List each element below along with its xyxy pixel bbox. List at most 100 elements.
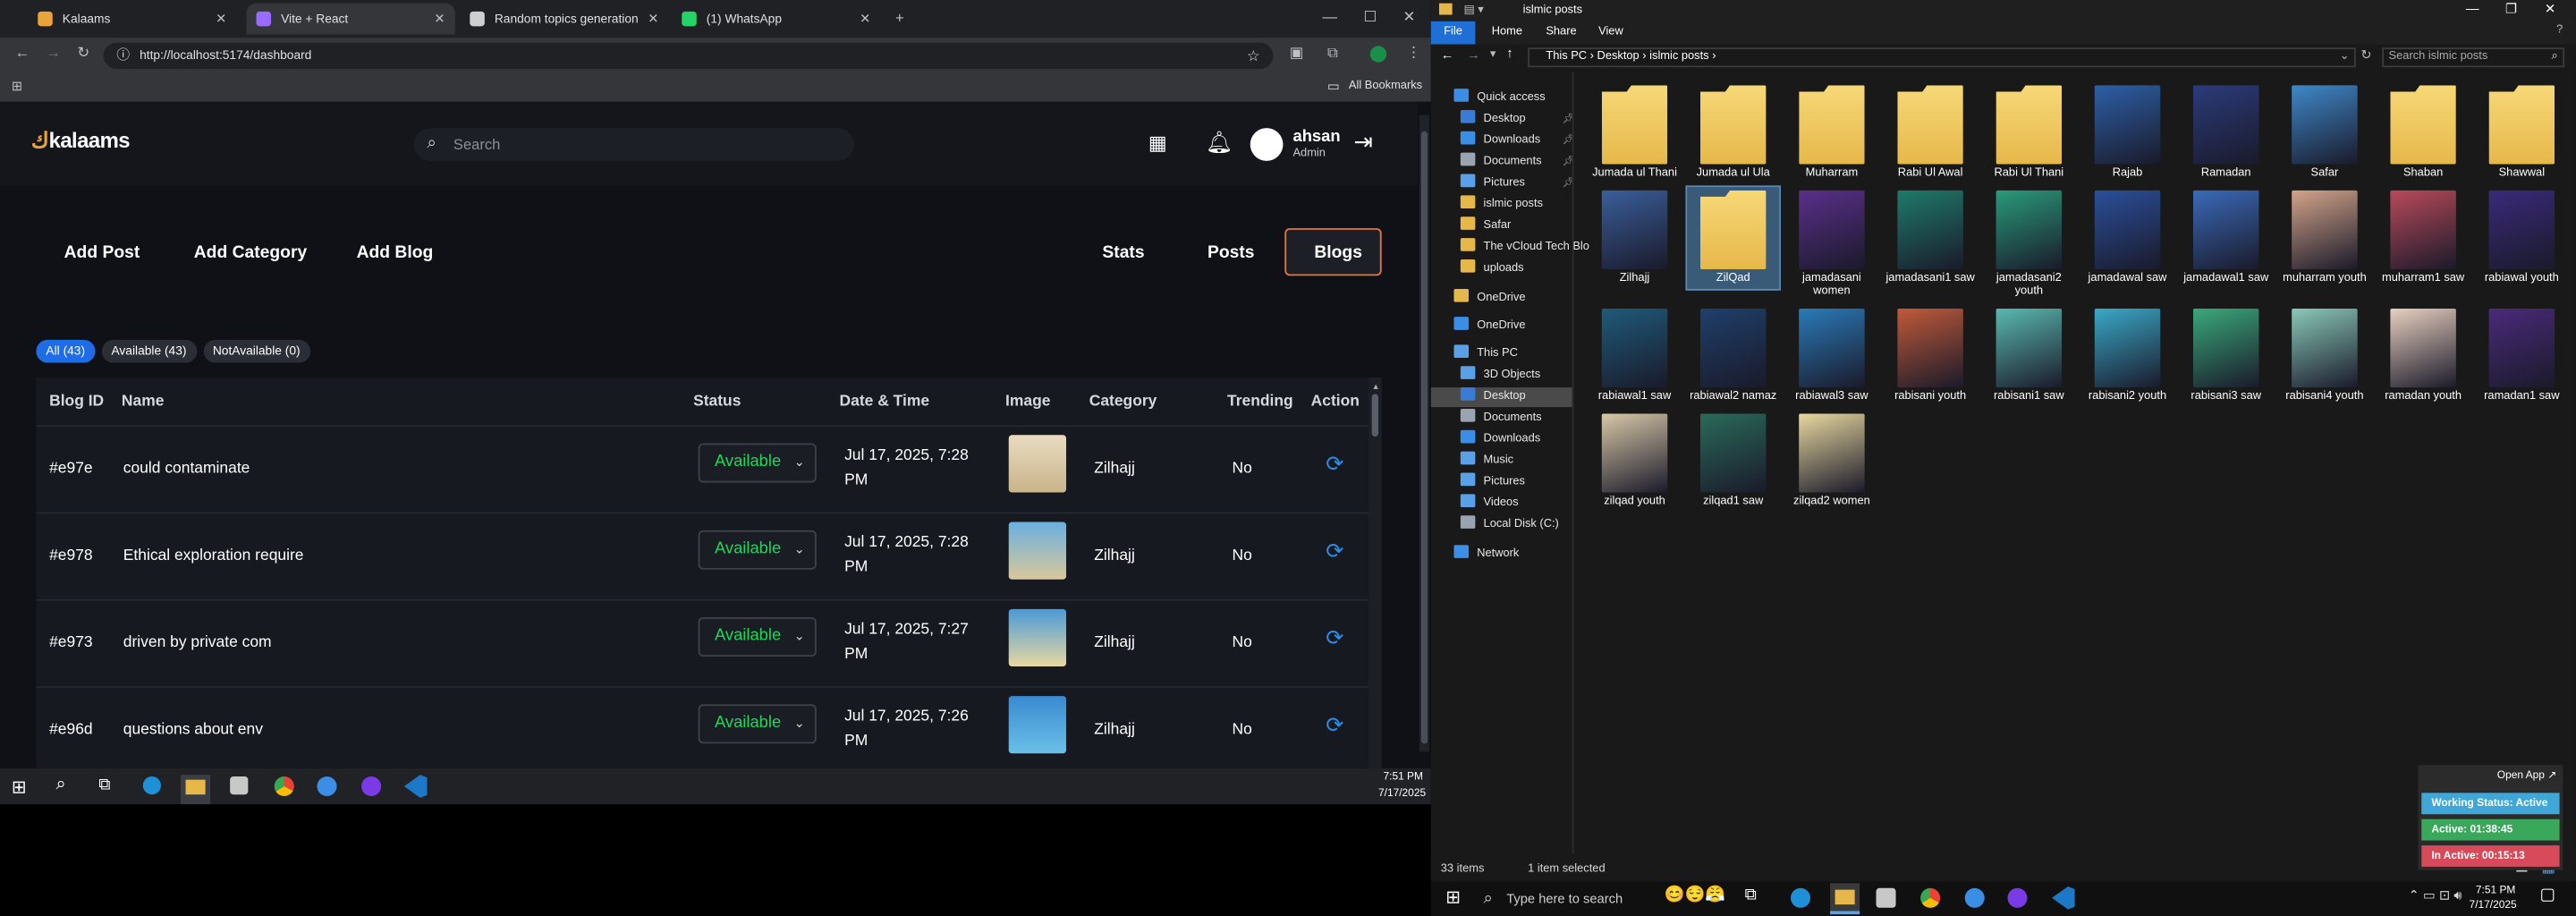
search-taskbar-icon[interactable]: ⌕	[55, 775, 65, 796]
help-icon[interactable]: ?	[2556, 25, 2563, 37]
back-icon[interactable]: ←	[15, 45, 30, 61]
file-item[interactable]: jamadawal saw	[2081, 187, 2174, 289]
edge-icon[interactable]	[1791, 887, 1811, 908]
bookmark-star-icon[interactable]: ☆	[1247, 43, 1260, 69]
file-item[interactable]: rabiawal1 saw	[1589, 305, 1681, 403]
add-blog-button[interactable]: Add Blog	[357, 243, 434, 263]
explorer-search-input[interactable]: Search islmic posts ⌕	[2382, 47, 2565, 68]
file-item[interactable]: Rabi Ul Thani	[1983, 82, 2075, 181]
page-scrollbar[interactable]	[1419, 114, 1429, 752]
app-search-input[interactable]: ⌕ Search	[413, 128, 855, 161]
close-icon[interactable]: ✕	[2545, 2, 2555, 17]
forward-icon[interactable]: →	[1467, 47, 1480, 63]
refresh-icon[interactable]: ⟳	[1326, 625, 1343, 651]
close-window-icon[interactable]: ✕	[1403, 8, 1416, 26]
refresh-icon[interactable]: ⟳	[1326, 452, 1343, 478]
minimize-icon[interactable]: —	[1323, 8, 1338, 24]
nav-item[interactable]: This PC	[1453, 344, 1518, 364]
add-post-button[interactable]: Add Post	[64, 243, 140, 263]
quick-access-toolbar-icon[interactable]: ▤ ▾	[1463, 4, 1483, 17]
filter-pill[interactable]: Available (43)	[101, 339, 197, 363]
crumb-islmic-posts[interactable]: islmic posts	[1649, 51, 1708, 63]
file-item[interactable]: Shaban	[2377, 82, 2470, 181]
menu-icon[interactable]: ⋮	[1406, 45, 1421, 63]
status-select[interactable]: Available ⌄	[698, 530, 817, 570]
github-icon[interactable]	[361, 776, 382, 797]
forward-icon[interactable]: →	[46, 45, 61, 61]
add-category-button[interactable]: Add Category	[194, 243, 307, 263]
stats-button[interactable]: Stats	[1102, 243, 1144, 263]
start-icon[interactable]: ⊞	[1445, 886, 1461, 908]
nav-item[interactable]: Music	[1460, 451, 1513, 471]
crumb-this-pc[interactable]: This PC	[1546, 51, 1587, 63]
profile-avatar[interactable]	[1369, 46, 1387, 63]
edge-icon[interactable]	[142, 776, 161, 795]
nav-item[interactable]: Local Disk (C:)	[1460, 515, 1559, 535]
all-bookmarks[interactable]: All Bookmarks	[1349, 81, 1422, 92]
minimize-icon[interactable]: —	[2466, 2, 2479, 17]
nav-item[interactable]: Documents	[1460, 408, 1542, 428]
nav-item[interactable]: Pictures 📌︎	[1460, 174, 1575, 194]
file-item[interactable]: zilqad youth	[1589, 411, 1681, 509]
file-item[interactable]: rabiawal3 saw	[1785, 305, 1877, 403]
browser-tab[interactable]: Vite + React ✕	[246, 3, 455, 35]
file-item[interactable]: rabiawal2 namaz	[1687, 305, 1779, 403]
nav-item[interactable]: The vCloud Tech Blo	[1460, 238, 1589, 258]
back-icon[interactable]: ←	[1441, 47, 1454, 63]
tab-close-icon[interactable]: ✕	[860, 12, 870, 27]
file-explorer-task[interactable]	[1830, 883, 1860, 915]
task-view-icon[interactable]: ⧉	[98, 776, 110, 794]
app-icon[interactable]	[1964, 887, 1985, 908]
file-item[interactable]: zilqad1 saw	[1687, 411, 1779, 509]
file-item[interactable]: Safar	[2279, 82, 2371, 181]
open-app-link[interactable]: Open App ↗	[2497, 768, 2556, 782]
file-item[interactable]: Muharram	[1785, 82, 1877, 181]
chrome-icon[interactable]	[274, 776, 294, 797]
file-explorer-task[interactable]	[181, 775, 211, 805]
file-item[interactable]: rabisani3 saw	[2180, 305, 2272, 403]
nav-item[interactable]: Safar	[1460, 216, 1511, 236]
filter-pill[interactable]: NotAvailable (0)	[202, 339, 310, 363]
ribbon-view[interactable]: View	[1598, 26, 1623, 38]
filter-pill[interactable]: All (43)	[36, 339, 96, 363]
notification-icon[interactable]: ▢	[2540, 886, 2555, 904]
nav-item[interactable]: Network	[1453, 545, 1519, 564]
start-icon[interactable]: ⊞	[12, 776, 27, 798]
grid-icon[interactable]: ▦	[1148, 131, 1167, 155]
apps-icon[interactable]: ⊞	[12, 79, 22, 94]
file-item[interactable]: jamadawal1 saw	[2180, 187, 2272, 289]
new-tab-icon[interactable]: +	[895, 10, 904, 26]
tab-close-icon[interactable]: ✕	[648, 12, 658, 27]
nav-item[interactable]: OneDrive	[1453, 288, 1526, 309]
store-icon[interactable]	[1876, 887, 1896, 908]
logout-icon[interactable]: ⇥	[1353, 128, 1373, 156]
nav-item[interactable]: Downloads 📌︎	[1460, 131, 1575, 151]
nav-item[interactable]: uploads	[1460, 259, 1524, 279]
file-item[interactable]: muharram youth	[2279, 187, 2371, 289]
refresh-icon[interactable]: ⟳	[1326, 539, 1343, 564]
ribbon-share[interactable]: Share	[1546, 26, 1576, 38]
table-scrollbar[interactable]: ▲	[1368, 377, 1382, 768]
file-item[interactable]: muharram1 saw	[2377, 187, 2470, 289]
tab-close-icon[interactable]: ✕	[216, 12, 226, 27]
browser-tab[interactable]: Random topics generation ✕	[460, 4, 668, 35]
file-item[interactable]: ramadan youth	[2377, 305, 2470, 403]
file-item[interactable]: Jumada ul Thani	[1589, 82, 1681, 181]
nav-item[interactable]: Videos	[1460, 494, 1519, 513]
nav-item[interactable]: OneDrive	[1453, 317, 1526, 336]
file-item[interactable]: Jumada ul Ula	[1687, 82, 1779, 181]
puzzle-icon[interactable]: ⧉	[1327, 45, 1338, 63]
nav-item[interactable]: Quick access	[1453, 89, 1546, 108]
browser-tab[interactable]: Kalaams ✕	[28, 4, 236, 35]
extension-icon[interactable]: ▣	[1290, 45, 1304, 63]
file-item[interactable]: jamadasani2 youth	[1983, 187, 2075, 297]
file-item[interactable]: rabisani2 youth	[2081, 305, 2174, 403]
url-input[interactable]: ⓘ http://localhost:5174/dashboard ☆	[103, 42, 1274, 70]
nav-item[interactable]: Desktop 📌︎	[1460, 109, 1575, 130]
reload-icon[interactable]: ↻	[77, 45, 89, 63]
tray-icons[interactable]: ⌃ ▭ ⊡ 🔊︎	[2409, 888, 2462, 904]
refresh-icon[interactable]: ⟳	[1326, 712, 1343, 738]
chrome-icon[interactable]	[1920, 887, 1941, 908]
app-icon[interactable]	[317, 776, 337, 797]
emoji-widget-icon[interactable]: 😊😌😤	[1665, 886, 1726, 904]
